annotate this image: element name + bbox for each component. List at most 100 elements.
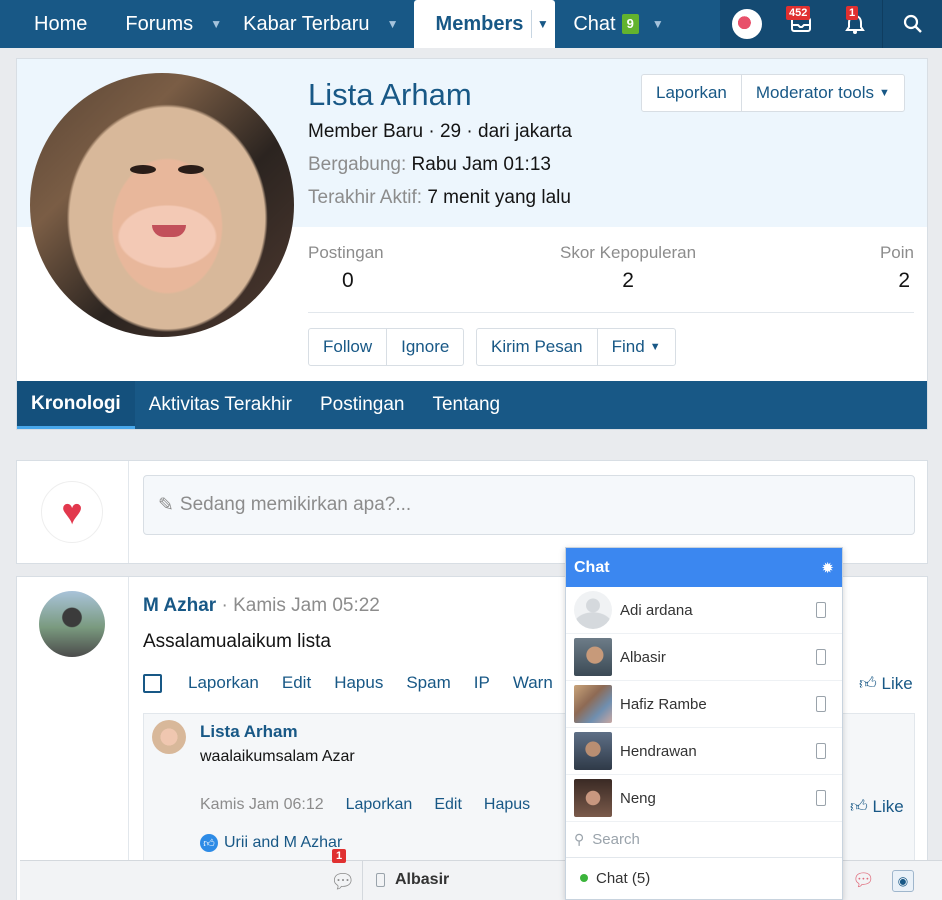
- select-checkbox[interactable]: [143, 673, 162, 693]
- rss-icon[interactable]: ◉: [892, 870, 914, 892]
- last-active-label: Terakhir Aktif:: [308, 187, 423, 208]
- chat-user-item[interactable]: Hafiz Rambe: [566, 681, 842, 728]
- chat-bubble-icon[interactable]: 💬︎: [330, 869, 355, 894]
- search-icon: ⚲: [574, 831, 585, 847]
- send-message-button[interactable]: Kirim Pesan: [477, 329, 598, 365]
- avatar: [574, 638, 612, 676]
- chat-user-name: Hendrawan: [620, 742, 697, 760]
- gear-icon[interactable]: ✹: [821, 559, 834, 577]
- tab-postingan[interactable]: Postingan: [306, 381, 419, 429]
- profile-stats: Postingan 0 Skor Kepopuleran 2 Poin 2: [308, 243, 914, 313]
- nav-tab-label: Chat: [573, 12, 616, 35]
- post-action-laporkan[interactable]: Laporkan: [188, 673, 259, 693]
- chat-popup: Chat ✹ Adi ardana Albasir Hafiz Rambe He…: [565, 547, 843, 900]
- chat-contact-name: Albasir: [395, 871, 450, 888]
- status-input[interactable]: ✎ Sedang memikirkan apa?...: [143, 475, 915, 535]
- chat-user-name: Hafiz Rambe: [620, 695, 707, 713]
- inbox-button[interactable]: 452: [774, 0, 828, 48]
- tab-aktivitas-terakhir[interactable]: Aktivitas Terakhir: [135, 381, 306, 429]
- comment-timestamp[interactable]: Kamis Jam 06:12: [200, 796, 324, 814]
- profile-last-active: Terakhir Aktif: 7 menit yang lalu: [308, 187, 571, 209]
- stat-postingan[interactable]: Postingan 0: [308, 243, 384, 293]
- chat-contact-tab[interactable]: Albasir: [376, 871, 449, 889]
- like-button[interactable]: 👍︎ Like: [859, 673, 913, 694]
- stat-value: 2: [898, 269, 910, 292]
- chevron-down-icon[interactable]: ▼: [205, 0, 227, 48]
- avatar-detail: [152, 225, 186, 237]
- nav-tab-members[interactable]: Members ▼: [413, 0, 556, 48]
- chat-user-item[interactable]: Albasir: [566, 634, 842, 681]
- pencil-icon: ✎: [158, 494, 174, 516]
- report-button[interactable]: Laporkan: [642, 75, 742, 111]
- comment-body: waalaikumsalam Azar: [200, 748, 355, 765]
- post-action-spam[interactable]: Spam: [406, 673, 450, 693]
- comment-action-laporkan[interactable]: Laporkan: [346, 796, 413, 814]
- chat-search-placeholder: Search: [592, 831, 640, 848]
- comment-like-button[interactable]: 👍︎ Like: [850, 796, 904, 817]
- profile-avatar[interactable]: [30, 73, 294, 337]
- avatar[interactable]: [152, 720, 186, 754]
- chat-popup-header[interactable]: Chat ✹: [566, 548, 842, 587]
- joined-label: Bergabung:: [308, 154, 407, 175]
- inbox-count-badge: 452: [786, 6, 811, 20]
- comment-author-link[interactable]: Lista Arham: [200, 722, 298, 742]
- post-action-ip[interactable]: IP: [474, 673, 490, 693]
- chevron-down-icon[interactable]: ▼: [531, 10, 553, 38]
- mobile-icon: [816, 743, 826, 759]
- profile-tabs: Kronologi Aktivitas Terakhir Postingan T…: [17, 381, 927, 429]
- poster-avatar-column: ♥: [17, 461, 129, 563]
- caret-down-icon: ▼: [649, 341, 661, 353]
- find-button[interactable]: Find ▼: [598, 329, 675, 365]
- find-label: Find: [611, 337, 645, 356]
- top-navigation: Home Forums ▼ Kabar Terbaru ▼ Members ▼ …: [0, 0, 942, 48]
- avatar[interactable]: [39, 591, 105, 657]
- chat-toggle-icon[interactable]: 💬︎: [852, 870, 875, 891]
- reaction-users: Urii and M Azhar: [224, 834, 343, 851]
- account-avatar-button[interactable]: [720, 0, 774, 48]
- chat-search-input[interactable]: ⚲ Search: [566, 822, 842, 858]
- post-body: Assalamualaikum lista: [143, 631, 331, 652]
- chat-online-toggle[interactable]: Chat (5): [566, 858, 842, 898]
- mobile-icon: [816, 649, 826, 665]
- stat-poin[interactable]: Poin 2: [880, 243, 914, 293]
- last-active-value: 7 menit yang lalu: [427, 187, 571, 208]
- nav-tab-chat[interactable]: Chat 9 ▼: [555, 0, 678, 48]
- thumbs-up-icon: 👍︎: [850, 797, 868, 816]
- profile-action-group: Laporkan Moderator tools ▼: [641, 74, 905, 112]
- chat-user-item[interactable]: Hendrawan: [566, 728, 842, 775]
- nav-tab-kabar-terbaru[interactable]: Kabar Terbaru ▼: [237, 0, 413, 48]
- chat-user-item[interactable]: Neng: [566, 775, 842, 822]
- post-action-hapus[interactable]: Hapus: [334, 673, 383, 693]
- profile-name: Lista Arham: [308, 77, 472, 112]
- comment-action-edit[interactable]: Edit: [434, 796, 462, 814]
- chat-user-item[interactable]: Adi ardana: [566, 587, 842, 634]
- post-timestamp[interactable]: · Kamis Jam 05:22: [221, 595, 379, 616]
- follow-button[interactable]: Follow: [309, 329, 388, 365]
- post-avatar-column: [17, 577, 129, 900]
- post-action-warn[interactable]: Warn: [513, 673, 553, 693]
- profile-joined: Bergabung: Rabu Jam 01:13: [308, 154, 551, 176]
- comment-action-hapus[interactable]: Hapus: [484, 796, 530, 814]
- chat-online-label: Chat (5): [596, 869, 651, 887]
- divider: [362, 861, 363, 900]
- chevron-down-icon[interactable]: ▼: [382, 0, 404, 48]
- nav-tab-home[interactable]: Home: [0, 0, 107, 48]
- search-button[interactable]: [882, 0, 942, 48]
- post-action-edit[interactable]: Edit: [282, 673, 311, 693]
- stat-label: Postingan: [308, 243, 384, 262]
- nav-tab-forums[interactable]: Forums ▼: [107, 0, 237, 48]
- ignore-button[interactable]: Ignore: [387, 329, 463, 365]
- reaction-summary[interactable]: 👍︎ Urii and M Azhar: [200, 834, 342, 852]
- tab-tentang[interactable]: Tentang: [418, 381, 514, 429]
- mobile-icon: [816, 790, 826, 806]
- chevron-down-icon[interactable]: ▼: [647, 0, 669, 48]
- alerts-button[interactable]: 1: [828, 0, 882, 48]
- avatar: [574, 732, 612, 770]
- moderator-tools-button[interactable]: Moderator tools ▼: [742, 75, 904, 111]
- tab-kronologi[interactable]: Kronologi: [17, 381, 135, 429]
- post-author-link[interactable]: M Azhar: [143, 595, 216, 616]
- stat-skor-kepopuleran[interactable]: Skor Kepopuleran 2: [560, 243, 696, 293]
- chat-user-name: Albasir: [620, 648, 666, 666]
- chat-unread-badge: 1: [332, 849, 347, 863]
- stat-label: Skor Kepopuleran: [560, 243, 697, 262]
